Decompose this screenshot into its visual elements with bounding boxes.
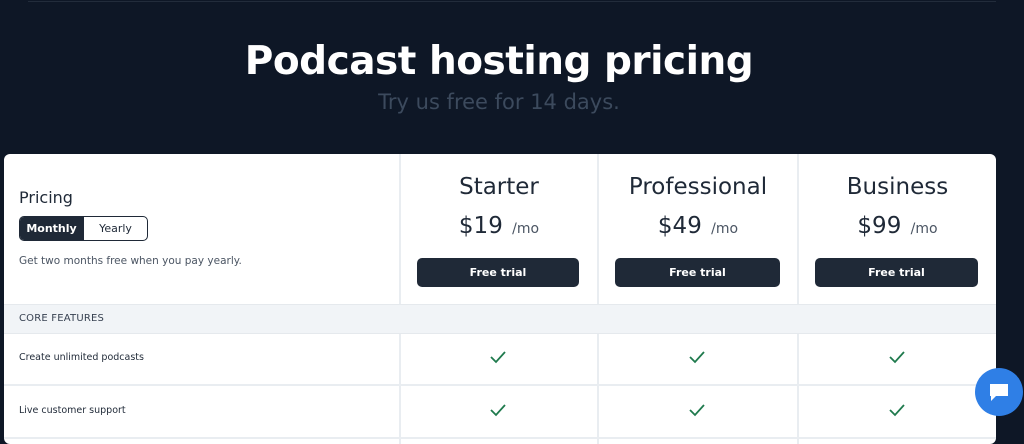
chat-launcher-button[interactable]: [975, 368, 1023, 416]
feature-label: Live customer support: [19, 405, 126, 416]
plan-price: $99 /mo: [799, 211, 996, 244]
section-header-core-features: CORE FEATURES: [4, 304, 996, 334]
top-divider: [28, 1, 996, 2]
section-title: CORE FEATURES: [19, 313, 105, 324]
check-icon: [490, 351, 506, 364]
pricing-label: Pricing: [19, 188, 73, 207]
business-free-trial-button[interactable]: Free trial: [815, 258, 978, 287]
monthly-toggle-option[interactable]: Monthly: [20, 217, 83, 240]
plan-name: Professional: [628, 174, 768, 200]
chat-bubble-icon: [990, 384, 1008, 401]
billing-toggle: Monthly Yearly: [19, 216, 148, 241]
yearly-toggle-option[interactable]: Yearly: [83, 217, 147, 240]
price-period: /mo: [512, 221, 540, 237]
plan-name: Starter: [459, 174, 539, 200]
starter-free-trial-button[interactable]: Free trial: [417, 258, 579, 287]
plan-starter: Starter $19 /mo Free trial: [401, 154, 597, 304]
plan-price: $49 /mo: [599, 211, 797, 244]
check-icon: [689, 404, 705, 417]
check-icon: [889, 351, 905, 364]
plan-price: $19 /mo: [401, 211, 597, 244]
plan-business: Business $99 /mo Free trial: [799, 154, 996, 304]
check-icon: [689, 351, 705, 364]
pricing-table: Pricing Monthly Yearly Get two months fr…: [4, 154, 996, 444]
plan-professional: Professional $49 /mo Free trial: [599, 154, 797, 304]
feature-row: Live customer support: [4, 386, 996, 439]
professional-free-trial-button[interactable]: Free trial: [615, 258, 780, 287]
price-amount: $19: [458, 213, 503, 239]
feature-label: Create unlimited podcasts: [19, 352, 144, 363]
price-period: /mo: [910, 221, 938, 237]
yearly-discount-note: Get two months free when you pay yearly.: [19, 255, 242, 267]
price-amount: $49: [657, 213, 702, 239]
page-subtitle: Try us free for 14 days.: [378, 90, 620, 114]
plan-name: Business: [846, 174, 949, 200]
check-icon: [490, 404, 506, 417]
price-amount: $99: [857, 213, 902, 239]
price-period: /mo: [711, 221, 739, 237]
check-icon: [889, 404, 905, 417]
feature-row: Create unlimited podcasts: [4, 333, 996, 386]
page-title: Podcast hosting pricing: [244, 39, 754, 84]
